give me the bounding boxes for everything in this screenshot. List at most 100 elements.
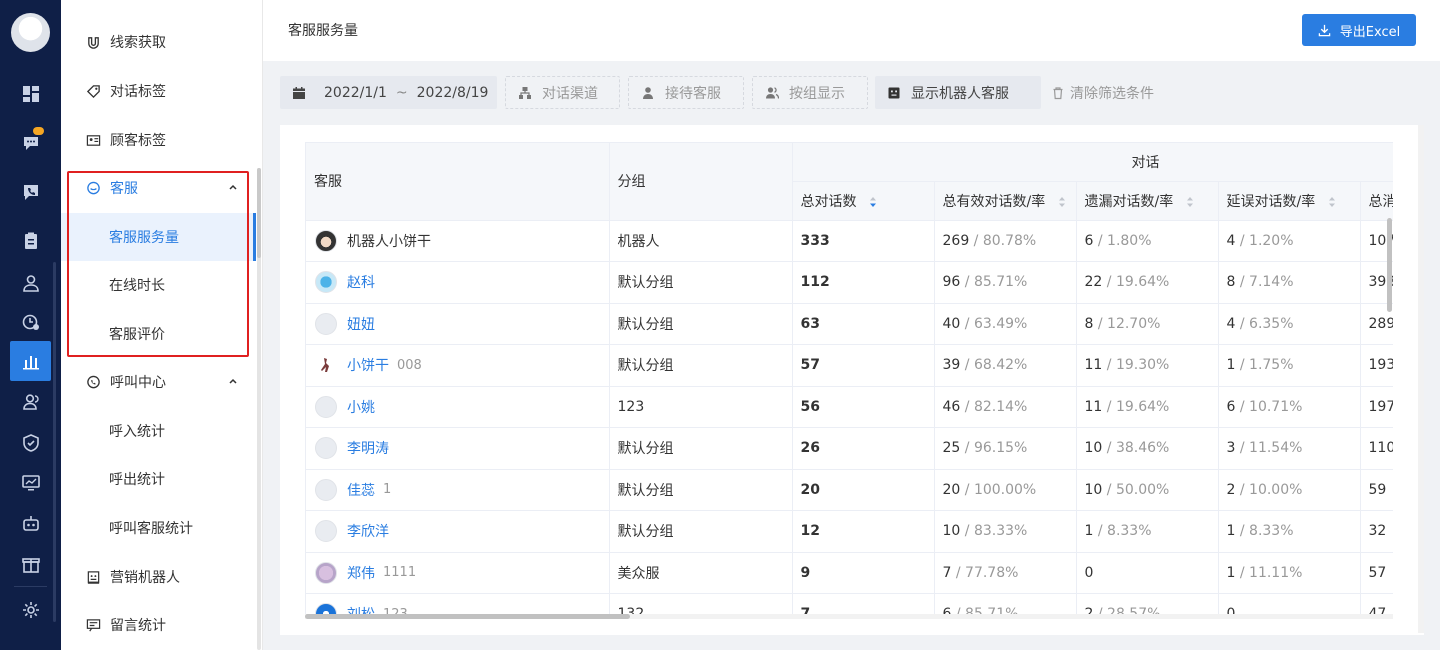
sidebar-scrollbar-thumb[interactable] <box>257 168 261 258</box>
table-row[interactable]: 小饼干 008 默认分组 57 39 / 68.42% 11 / 19.30% 1 / 1.… <box>306 344 1393 387</box>
shield-icon[interactable] <box>14 426 47 459</box>
cell-agent[interactable]: 妞妞 <box>306 303 610 345</box>
org-chart-icon <box>519 86 531 99</box>
gift-icon[interactable] <box>14 547 47 580</box>
page-header: 客服服务量 <box>263 0 1440 61</box>
table-row[interactable]: 佳蕊 1 默认分组 20 20 / 100.00% 10 / 50.00% 2 / 10.0… <box>306 469 1393 511</box>
table-row[interactable]: 李明涛 默认分组 26 25 / 96.15% 10 / 38.46% 3 / 11.54… <box>306 427 1393 470</box>
missed-rate: / 12.70% <box>1093 315 1161 332</box>
table-row[interactable]: 刘松 123 132 7 6 / 85.71% 2 / 28.57% 0 47 <box>306 593 1393 616</box>
show-bot-agent-toggle[interactable]: 显示机器人客服 <box>875 76 1041 109</box>
group-display-toggle[interactable]: 按组显示 <box>752 76 868 109</box>
sidebar-item-call-agent-stats[interactable]: 呼叫客服统计 <box>61 504 256 552</box>
cell-delayed: 1 / 11.11% <box>1218 552 1361 594</box>
agent-name[interactable]: 李明涛 <box>347 438 389 458</box>
missed-rate: / 50.00% <box>1102 481 1170 498</box>
sidebar-item-agent-rating[interactable]: 客服评价 <box>61 310 256 358</box>
cell-agent[interactable]: 赵科 <box>306 261 610 304</box>
sidebar-item-label: 对话标签 <box>110 84 166 100</box>
cell-agent[interactable]: 小姚 <box>306 386 610 428</box>
bar-chart-icon[interactable] <box>10 341 51 381</box>
cell-total: 9 <box>792 552 935 594</box>
table-row[interactable]: 李欣洋 默认分组 12 10 / 83.33% 1 / 8.33% 1 / 8.33% 32 <box>306 510 1393 553</box>
missed-value: 0 <box>1084 564 1094 581</box>
clock-chat-icon[interactable] <box>14 305 47 338</box>
robot-icon <box>888 87 900 98</box>
cell-agent[interactable]: 李欣洋 <box>306 510 610 553</box>
cell-agent[interactable]: 郑伟 1111 <box>306 552 610 594</box>
robot-icon[interactable] <box>14 506 47 539</box>
sort-icon[interactable] <box>869 196 877 208</box>
agent-name[interactable]: 李欣洋 <box>347 521 389 541</box>
sidebar-item-agent-volume[interactable]: 客服服务量 <box>61 213 256 261</box>
clipboard-icon[interactable] <box>14 224 47 257</box>
agent-name[interactable]: 妞妞 <box>347 314 375 334</box>
sidebar-item-lead-capture[interactable]: 线索获取 <box>61 18 256 66</box>
sidebar-item-online-duration[interactable]: 在线时长 <box>61 261 256 309</box>
delayed-rate: / 1.75% <box>1235 357 1294 374</box>
sidebar-item-message-stats[interactable]: 留言统计 <box>61 601 256 649</box>
page-vscroll-track[interactable] <box>1418 125 1424 633</box>
agent-filter-label: 接待客服 <box>665 85 721 102</box>
cell-delayed: 1 / 1.75% <box>1218 344 1361 387</box>
channel-filter[interactable]: 对话渠道 <box>505 76 620 109</box>
col-header-valid[interactable]: 总有效对话数/率 <box>934 181 1077 221</box>
cell-delayed: 4 / 1.20% <box>1218 220 1361 262</box>
cell-agent[interactable]: 李明涛 <box>306 427 610 470</box>
avatar <box>315 229 337 252</box>
col-header-total[interactable]: 总对话数 <box>792 181 935 221</box>
date-range-picker[interactable]: 2022/1/1 ~ 2022/8/19 <box>280 76 497 109</box>
sidebar-item-call-center[interactable]: 呼叫中心 <box>61 358 256 406</box>
cell-total: 56 <box>792 386 935 428</box>
sort-icon[interactable] <box>1186 196 1194 208</box>
user-avatar[interactable] <box>11 13 50 52</box>
cell-valid: 96 / 85.71% <box>934 261 1077 304</box>
table-body: 机器人小饼干 机器人 333 269 / 80.78% 6 / 1.80% 4 / 1.2… <box>306 220 1393 616</box>
sort-icon[interactable] <box>1058 196 1066 208</box>
agent-name[interactable]: 小饼干 <box>347 355 389 375</box>
cell-missed: 6 / 1.80% <box>1076 220 1219 262</box>
col-header-delayed[interactable]: 延误对话数/率 <box>1218 181 1361 221</box>
cell-group: 默认分组 <box>609 344 793 387</box>
sidebar-item-customer-tags[interactable]: 顾客标签 <box>61 116 256 164</box>
monitor-chart-icon[interactable] <box>14 466 47 499</box>
export-excel-button[interactable]: 导出Excel <box>1302 14 1416 46</box>
cell-agent[interactable]: 佳蕊 1 <box>306 469 610 511</box>
sidebar-item-marketing-robot[interactable]: 营销机器人 <box>61 553 256 601</box>
sidebar-item-dialog-tags[interactable]: 对话标签 <box>61 67 256 115</box>
total-value: 26 <box>800 440 820 457</box>
dashboard-icon[interactable] <box>14 77 47 110</box>
sidebar-item-agent[interactable]: 客服 <box>61 164 256 212</box>
table-hscroll-thumb[interactable] <box>305 614 630 619</box>
cell-valid: 269 / 80.78% <box>934 220 1077 262</box>
rail-scrollbar[interactable] <box>53 262 56 622</box>
agent-filter[interactable]: 接待客服 <box>628 76 744 109</box>
col-header-missed[interactable]: 遗漏对话数/率 <box>1076 181 1219 221</box>
agent-name[interactable]: 郑伟 <box>347 563 375 583</box>
table-row[interactable]: 妞妞 默认分组 63 40 / 63.49% 8 / 12.70% 4 / 6.35% 28… <box>306 303 1393 345</box>
clear-filters-button[interactable]: 清除筛选条件 <box>1039 76 1169 109</box>
agent-name[interactable]: 佳蕊 <box>347 480 375 500</box>
user-group-icon[interactable] <box>14 385 47 418</box>
sidebar-item-outbound-stats[interactable]: 呼出统计 <box>61 455 256 503</box>
cell-missed: 11 / 19.64% <box>1076 386 1219 428</box>
table-row[interactable]: 赵科 默认分组 112 96 / 85.71% 22 / 19.64% 8 / 7.14%… <box>306 261 1393 304</box>
cell-agent[interactable]: 刘松 123 <box>306 593 610 616</box>
table-row[interactable]: 小姚 123 56 46 / 82.14% 11 / 19.64% 6 / 10.71% 1… <box>306 386 1393 428</box>
cell-group: 默认分组 <box>609 469 793 511</box>
agent-name[interactable]: 赵科 <box>347 272 375 292</box>
cell-agent[interactable]: 机器人小饼干 <box>306 220 610 262</box>
valid-value: 25 <box>942 440 961 457</box>
total-value: 56 <box>800 398 820 415</box>
sidebar-item-inbound-stats[interactable]: 呼入统计 <box>61 407 256 455</box>
gear-icon[interactable] <box>14 593 47 626</box>
phone-chat-icon[interactable] <box>14 175 47 208</box>
sort-icon[interactable] <box>1328 196 1336 208</box>
table-row[interactable]: 郑伟 1111 美众服 9 7 / 77.78% 0 1 / 11.11% 57 <box>306 552 1393 594</box>
col-header-next[interactable]: 总消 <box>1360 181 1393 221</box>
table-row[interactable]: 机器人小饼干 机器人 333 269 / 80.78% 6 / 1.80% 4 / 1.2… <box>306 220 1393 262</box>
cell-agent[interactable]: 小饼干 008 <box>306 344 610 387</box>
person-icon[interactable] <box>14 266 47 299</box>
table-vscroll-thumb[interactable] <box>1387 218 1392 312</box>
agent-name[interactable]: 小姚 <box>347 397 375 417</box>
